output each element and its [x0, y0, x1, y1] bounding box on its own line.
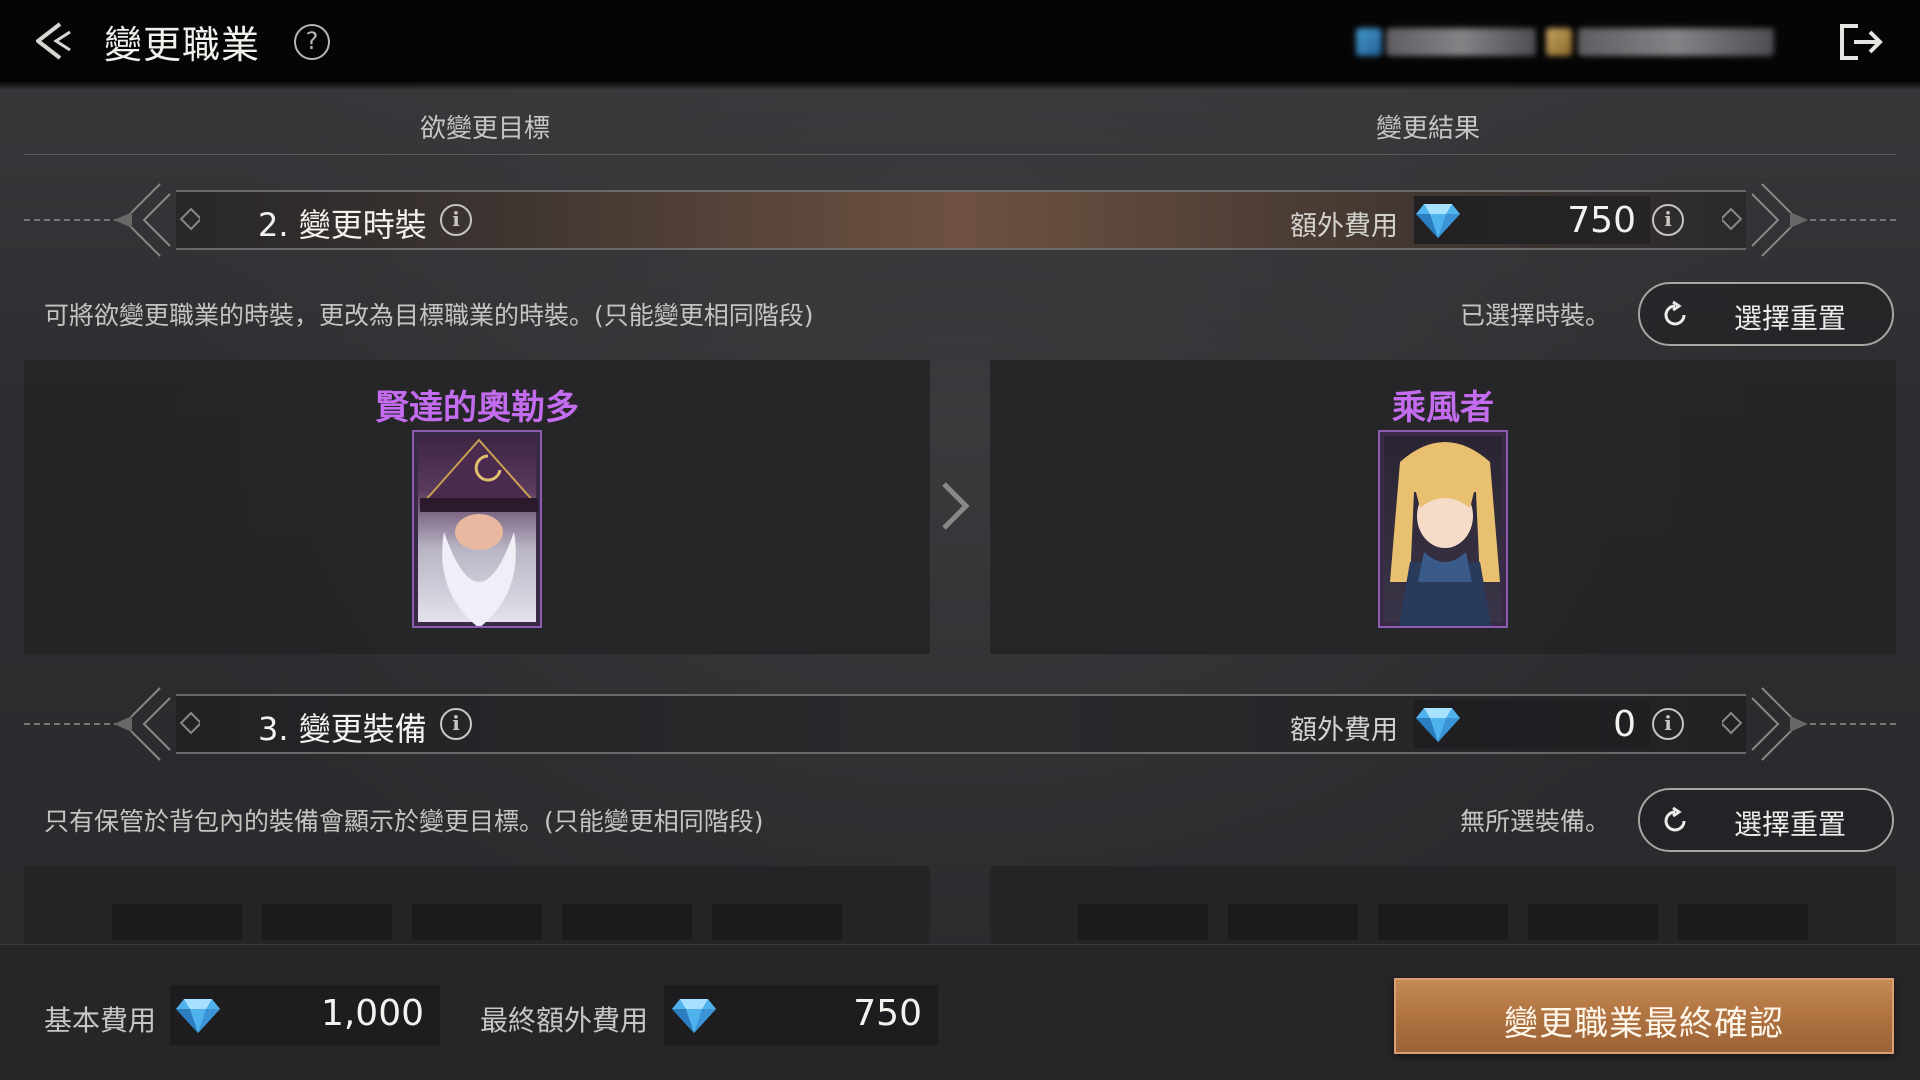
- equipment-reset-button[interactable]: 選擇重置: [1638, 788, 1894, 852]
- equipment-slot[interactable]: [262, 904, 392, 940]
- reset-label: 選擇重置: [1734, 302, 1847, 335]
- costume-description: 可將欲變更職業的時裝，更改為目標職業的時裝。(只能變更相同階段): [44, 301, 814, 330]
- info-icon[interactable]: i: [440, 204, 472, 236]
- equipment-slot[interactable]: [1678, 904, 1808, 940]
- banner-ornament-right: [1722, 687, 1808, 761]
- confirm-button-label: 變更職業最終確認: [1504, 1004, 1784, 1044]
- gold-currency-amount: [1578, 28, 1774, 56]
- extra-cost-label: 額外費用: [1290, 211, 1398, 242]
- equipment-slot[interactable]: [112, 904, 242, 940]
- refresh-icon: [1664, 300, 1686, 326]
- base-cost-value: 1,000: [320, 993, 424, 1034]
- extra-cost-value: 0: [1613, 704, 1636, 745]
- final-extra-cost-value: 750: [853, 993, 922, 1034]
- exit-icon[interactable]: [1836, 20, 1888, 64]
- equipment-slot[interactable]: [1378, 904, 1508, 940]
- header-divider: [24, 154, 1896, 155]
- currency-display: [1356, 26, 1776, 60]
- equipment-slot[interactable]: [1078, 904, 1208, 940]
- costume-reset-button[interactable]: 選擇重置: [1638, 282, 1894, 346]
- costume-section-banner: 2. 變更時裝 i 額外費用 750 i: [0, 180, 1920, 260]
- equipment-slot[interactable]: [562, 904, 692, 940]
- banner-ornament-left: [114, 183, 200, 257]
- refresh-icon: [1664, 806, 1686, 832]
- equipment-section-banner: 3. 變更裝備 i 額外費用 0 i: [0, 684, 1920, 764]
- back-arrow-icon[interactable]: [30, 18, 78, 64]
- footer-bar: 基本費用 1,000 最終額外費用 750 變更職業最終確認: [0, 944, 1920, 1080]
- base-cost-label: 基本費用: [44, 1004, 157, 1037]
- column-header-target: 欲變更目標: [420, 114, 551, 144]
- source-costume-name: 賢達的奧勒多: [375, 388, 579, 428]
- extra-cost-info-icon[interactable]: i: [1652, 204, 1684, 236]
- banner-ornament-right: [1722, 183, 1808, 257]
- ranger-portrait-image: [1390, 442, 1500, 626]
- equipment-slot[interactable]: [412, 904, 542, 940]
- extra-cost-label: 額外費用: [1290, 715, 1398, 746]
- equipment-status: 無所選裝備。: [1459, 807, 1610, 836]
- diamond-gem-icon: [672, 999, 716, 1033]
- section-title: 2. 變更時裝: [258, 206, 427, 244]
- section-title: 3. 變更裝備: [258, 710, 427, 748]
- costume-source-panel: 賢達的奧勒多: [24, 360, 930, 654]
- target-costume-name: 乘風者: [1392, 388, 1494, 428]
- question-icon[interactable]: ?: [294, 24, 330, 60]
- reset-label: 選擇重置: [1734, 808, 1847, 841]
- page-title: 變更職業: [104, 23, 261, 67]
- equipment-description: 只有保管於背包內的裝備會顯示於變更目標。(只能變更相同階段): [44, 807, 764, 836]
- gem-currency-icon: [1356, 28, 1382, 56]
- equipment-slot[interactable]: [712, 904, 842, 940]
- banner-ornament-left: [114, 687, 200, 761]
- target-costume-portrait[interactable]: [1378, 430, 1508, 628]
- equipment-slot[interactable]: [1228, 904, 1358, 940]
- final-extra-cost-label: 最終額外費用: [480, 1004, 649, 1037]
- wizard-portrait-image: [420, 438, 538, 626]
- extra-cost-value: 750: [1567, 200, 1636, 241]
- confirm-class-change-button[interactable]: 變更職業最終確認: [1394, 978, 1894, 1054]
- costume-result-panel: 乘風者: [990, 360, 1896, 654]
- chevron-right-icon: [942, 482, 970, 530]
- column-header-result: 變更結果: [1376, 114, 1481, 144]
- top-bar: 變更職業 ?: [0, 0, 1920, 90]
- gold-currency-icon: [1546, 28, 1572, 56]
- diamond-gem-icon: [176, 999, 220, 1033]
- gem-currency-amount: [1386, 28, 1536, 56]
- source-costume-portrait[interactable]: [412, 430, 542, 628]
- diamond-gem-icon: [1416, 708, 1460, 742]
- costume-status: 已選擇時裝。: [1459, 301, 1610, 330]
- info-icon[interactable]: i: [440, 708, 472, 740]
- diamond-gem-icon: [1416, 204, 1460, 238]
- equipment-slot[interactable]: [1528, 904, 1658, 940]
- extra-cost-info-icon[interactable]: i: [1652, 708, 1684, 740]
